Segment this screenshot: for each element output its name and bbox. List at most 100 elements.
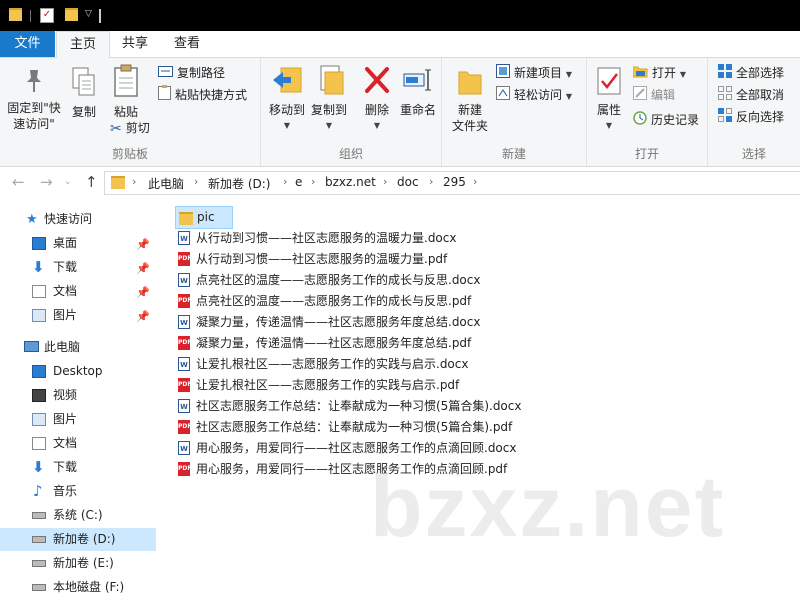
new-folder-icon[interactable] [65, 8, 78, 21]
pin-icon[interactable]: 📌 [136, 233, 150, 256]
pdf-document-icon: PDF [178, 336, 191, 350]
invert-selection-label: 反向选择 [736, 110, 785, 124]
nav-videos[interactable]: 视频 [0, 384, 156, 407]
crumb-this-pc[interactable]: 此电脑 [148, 175, 184, 192]
history-button[interactable]: 历史记录 [633, 110, 699, 130]
tab-home[interactable]: 主页 [56, 31, 110, 58]
select-none-button[interactable]: 全部取消 [718, 85, 784, 105]
nav-drive-e[interactable]: 新加卷 (E:) [0, 552, 156, 575]
crumb-295[interactable]: 295 [443, 175, 466, 189]
download-arrow-icon: ⬇ [32, 258, 45, 276]
pdf-document-icon: PDF [178, 420, 191, 434]
nav-drive-f[interactable]: 本地磁盘 (F:) [0, 576, 156, 599]
tab-file[interactable]: 文件 [0, 31, 55, 57]
copy-to-label: 复制到 [310, 103, 347, 117]
move-to-button[interactable]: 移动到 ▼ [265, 64, 309, 134]
nav-downloads-quick[interactable]: ⬇ 下载 📌 [0, 256, 156, 279]
nav-pictures[interactable]: 图片 [0, 408, 156, 431]
select-all-button[interactable]: 全部选择 [718, 63, 784, 83]
forward-arrow-icon[interactable]: → [40, 173, 53, 191]
toolbar-separator [30, 10, 31, 22]
history-label: 历史记录 [651, 113, 700, 127]
nav-music[interactable]: ♪ 音乐 [0, 480, 156, 503]
file-name: 点亮社区的温度——志愿服务工作的成长与反思.pdf [196, 294, 472, 308]
word-document-icon: W [178, 315, 190, 329]
organize-group: 移动到 ▼ 复制到 ▼ 删除 ▼ 重命名 组织 [261, 58, 442, 166]
edit-button[interactable]: 编辑 [633, 85, 675, 105]
address-path[interactable]: › 此电脑 › 新加卷 (D:) › e › bzxz.net › doc › … [104, 171, 800, 195]
file-name: pic [197, 210, 215, 224]
nav-documents[interactable]: 文档 [0, 432, 156, 455]
easy-access-button[interactable]: 轻松访问 ▼ [496, 85, 572, 105]
recent-locations-chevron-icon[interactable]: ⌄ [64, 177, 72, 187]
copy-button[interactable]: 复制 [66, 66, 102, 120]
properties-button[interactable]: 属性 ▼ [591, 66, 627, 134]
open-folder-icon [632, 64, 648, 84]
word-document-icon: W [178, 441, 190, 455]
nav-downloads[interactable]: ⬇ 下载 [0, 456, 156, 479]
crumb-e[interactable]: e [295, 175, 302, 189]
nav-documents-quick[interactable]: 文档 📌 [0, 280, 156, 303]
invert-selection-button[interactable]: 反向选择 [718, 107, 784, 127]
up-arrow-icon[interactable]: ↑ [85, 173, 98, 191]
pin-icon [27, 70, 41, 92]
pin-label: 固定到"快 [7, 101, 61, 115]
crumb-bzxz[interactable]: bzxz.net [325, 175, 376, 189]
pin-label-2: 速访问" [13, 117, 55, 131]
pin-quick-access-button[interactable]: 固定到"快 速访问" [4, 66, 64, 132]
move-to-label: 移动到 [268, 103, 305, 117]
desktop-icon [32, 237, 46, 250]
nav-videos-label: 视频 [53, 388, 78, 402]
edit-label: 编辑 [651, 88, 676, 102]
nav-this-pc[interactable]: 此电脑 [0, 336, 156, 359]
file-name: 社区志愿服务工作总结：让奉献成为一种习惯(5篇合集).pdf [196, 420, 513, 434]
properties-icon[interactable]: ✓ [40, 8, 54, 23]
title-bar: ✓ ▽ [0, 0, 800, 31]
nav-this-pc-label: 此电脑 [44, 340, 81, 354]
customize-toolbar-icon[interactable]: ▽ [85, 9, 92, 19]
new-folder-button[interactable]: 新建 文件夹 [448, 64, 492, 134]
pin-icon[interactable]: 📌 [136, 305, 150, 328]
open-button[interactable]: 打开 ▼ [632, 63, 686, 84]
nav-drive-d[interactable]: 新加卷 (D:) [0, 528, 156, 551]
pin-icon[interactable]: 📌 [136, 281, 150, 304]
tab-share[interactable]: 共享 [110, 31, 160, 57]
nav-drive-c-label: 系统 (C:) [53, 508, 103, 522]
tab-view[interactable]: 查看 [162, 31, 212, 57]
file-item[interactable]: pic [175, 206, 233, 229]
star-icon: ★ [26, 212, 38, 227]
rename-icon [403, 69, 431, 91]
crumb-doc[interactable]: doc [397, 175, 419, 189]
rename-button[interactable]: 重命名 [397, 64, 439, 118]
back-arrow-icon[interactable]: ← [12, 173, 25, 191]
nav-desktop[interactable]: Desktop [0, 360, 156, 383]
crumb-separator: › [429, 175, 434, 188]
new-item-button[interactable]: 新建项目 ▼ [496, 63, 572, 83]
nav-desktop-quick[interactable]: 桌面 📌 [0, 232, 156, 255]
nav-quick-access-label: 快速访问 [44, 212, 93, 226]
open-label: 打开 [652, 66, 677, 80]
desktop-icon [32, 365, 46, 378]
nav-drive-c[interactable]: 系统 (C:) [0, 504, 156, 527]
nav-downloads-label: 下载 [53, 460, 78, 474]
copy-path-button[interactable]: 复制路径 [158, 63, 225, 83]
delete-caret: ▼ [373, 121, 381, 130]
file-name: 从行动到习惯——社区志愿服务的温暖力量.docx [196, 231, 457, 245]
crumb-drive-d[interactable]: 新加卷 (D:) [208, 175, 270, 192]
copy-to-button[interactable]: 复制到 ▼ [307, 64, 351, 134]
nav-desktop-label: Desktop [53, 364, 103, 378]
paste-shortcut-button[interactable]: 粘贴快捷方式 [158, 85, 247, 105]
nav-quick-access[interactable]: ★ 快速访问 [0, 208, 156, 231]
music-note-icon: ♪ [33, 482, 43, 500]
folder-icon[interactable] [9, 8, 22, 21]
crumb-separator: › [132, 175, 137, 188]
paste-button[interactable]: 粘贴 [106, 64, 146, 120]
word-document-icon: W [178, 399, 190, 413]
copy-icon [72, 67, 95, 96]
folder-icon [179, 212, 193, 225]
nav-music-label: 音乐 [53, 484, 78, 498]
pin-icon[interactable]: 📌 [136, 257, 150, 280]
delete-button[interactable]: 删除 ▼ [359, 64, 395, 134]
nav-pictures-quick[interactable]: 图片 📌 [0, 304, 156, 327]
cut-button[interactable]: ✂ 剪切 [110, 118, 150, 138]
